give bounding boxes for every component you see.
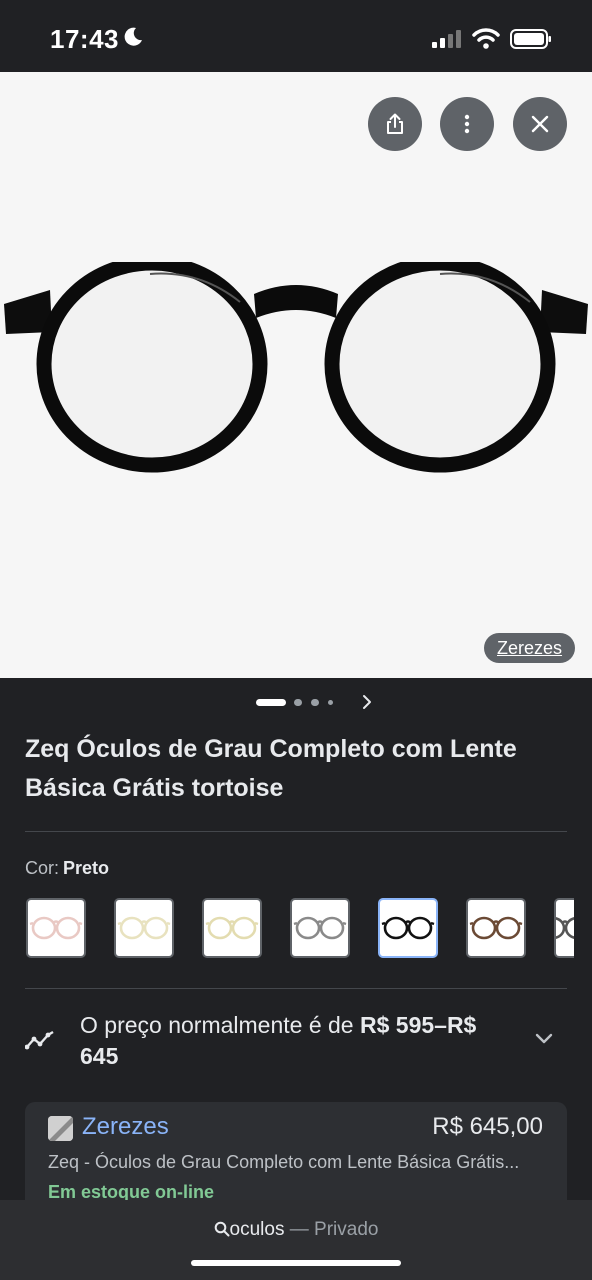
more-options-button[interactable] xyxy=(440,97,494,151)
browsing-mode: Privado xyxy=(314,1219,379,1240)
divider xyxy=(25,988,567,989)
carousel-indicator xyxy=(0,690,592,714)
offer-description: Zeq - Óculos de Grau Completo com Lente … xyxy=(48,1152,520,1172)
battery-icon xyxy=(510,29,551,49)
chevron-down-icon[interactable] xyxy=(534,1032,554,1046)
status-time: 17:43 xyxy=(50,24,119,54)
product-image[interactable]: Zerezes xyxy=(0,72,592,678)
color-swatch-tortoise[interactable] xyxy=(466,898,526,958)
offer-price: R$ 645,00 xyxy=(432,1113,543,1140)
glasses-image xyxy=(4,262,588,473)
price-history-text: O preço normalmente é de R$ 595–R$ 645 xyxy=(80,1010,500,1072)
more-vert-icon xyxy=(464,114,470,134)
trend-icon xyxy=(25,1030,54,1050)
divider xyxy=(25,831,567,832)
price-history-prefix: O preço normalmente é de xyxy=(80,1012,354,1038)
store-name[interactable]: Zerezes xyxy=(82,1113,169,1141)
color-swatch-beige-clear[interactable] xyxy=(202,898,262,958)
status-bar: 17:43 xyxy=(0,0,592,72)
share-icon xyxy=(387,113,403,134)
carousel-dot[interactable] xyxy=(311,699,319,706)
store-logo-icon xyxy=(48,1116,73,1141)
color-swatch-pink-clear[interactable] xyxy=(26,898,86,958)
color-swatch-cream-clear[interactable] xyxy=(114,898,174,958)
carousel-dot[interactable] xyxy=(294,699,302,706)
price-history-row[interactable]: O preço normalmente é de R$ 595–R$ 645 xyxy=(0,1006,592,1076)
moon-icon xyxy=(124,27,142,46)
carousel-dot-active[interactable] xyxy=(256,699,286,706)
share-button[interactable] xyxy=(368,97,422,151)
signal-icon xyxy=(432,30,461,48)
image-source-link[interactable]: Zerezes xyxy=(484,633,576,663)
search-icon xyxy=(214,1221,230,1237)
product-image-viewer: 17:43 Zerezes Zeq Óculos de Grau Complet… xyxy=(0,0,592,1280)
wifi-icon xyxy=(472,28,500,49)
search-query: oculos xyxy=(229,1219,285,1240)
color-swatch-grey[interactable] xyxy=(290,898,350,958)
close-button[interactable] xyxy=(513,97,567,151)
bottom-search-bar[interactable]: oculos — Privado xyxy=(0,1200,592,1280)
home-indicator[interactable] xyxy=(191,1260,401,1266)
color-selector-label: Cor: Preto xyxy=(25,858,109,879)
color-label: Cor: xyxy=(25,858,60,878)
color-swatch-black[interactable] xyxy=(378,898,438,958)
carousel-dot[interactable] xyxy=(328,700,333,705)
search-query-pill[interactable]: oculos — Privado xyxy=(0,1219,592,1241)
close-icon xyxy=(531,115,549,133)
product-title: Zeq Óculos de Grau Completo com Lente Bá… xyxy=(25,735,517,802)
color-swatch-partial[interactable] xyxy=(554,898,574,958)
color-value: Preto xyxy=(63,858,110,878)
chevron-right-icon[interactable] xyxy=(360,694,374,710)
search-separator: — xyxy=(289,1219,309,1240)
